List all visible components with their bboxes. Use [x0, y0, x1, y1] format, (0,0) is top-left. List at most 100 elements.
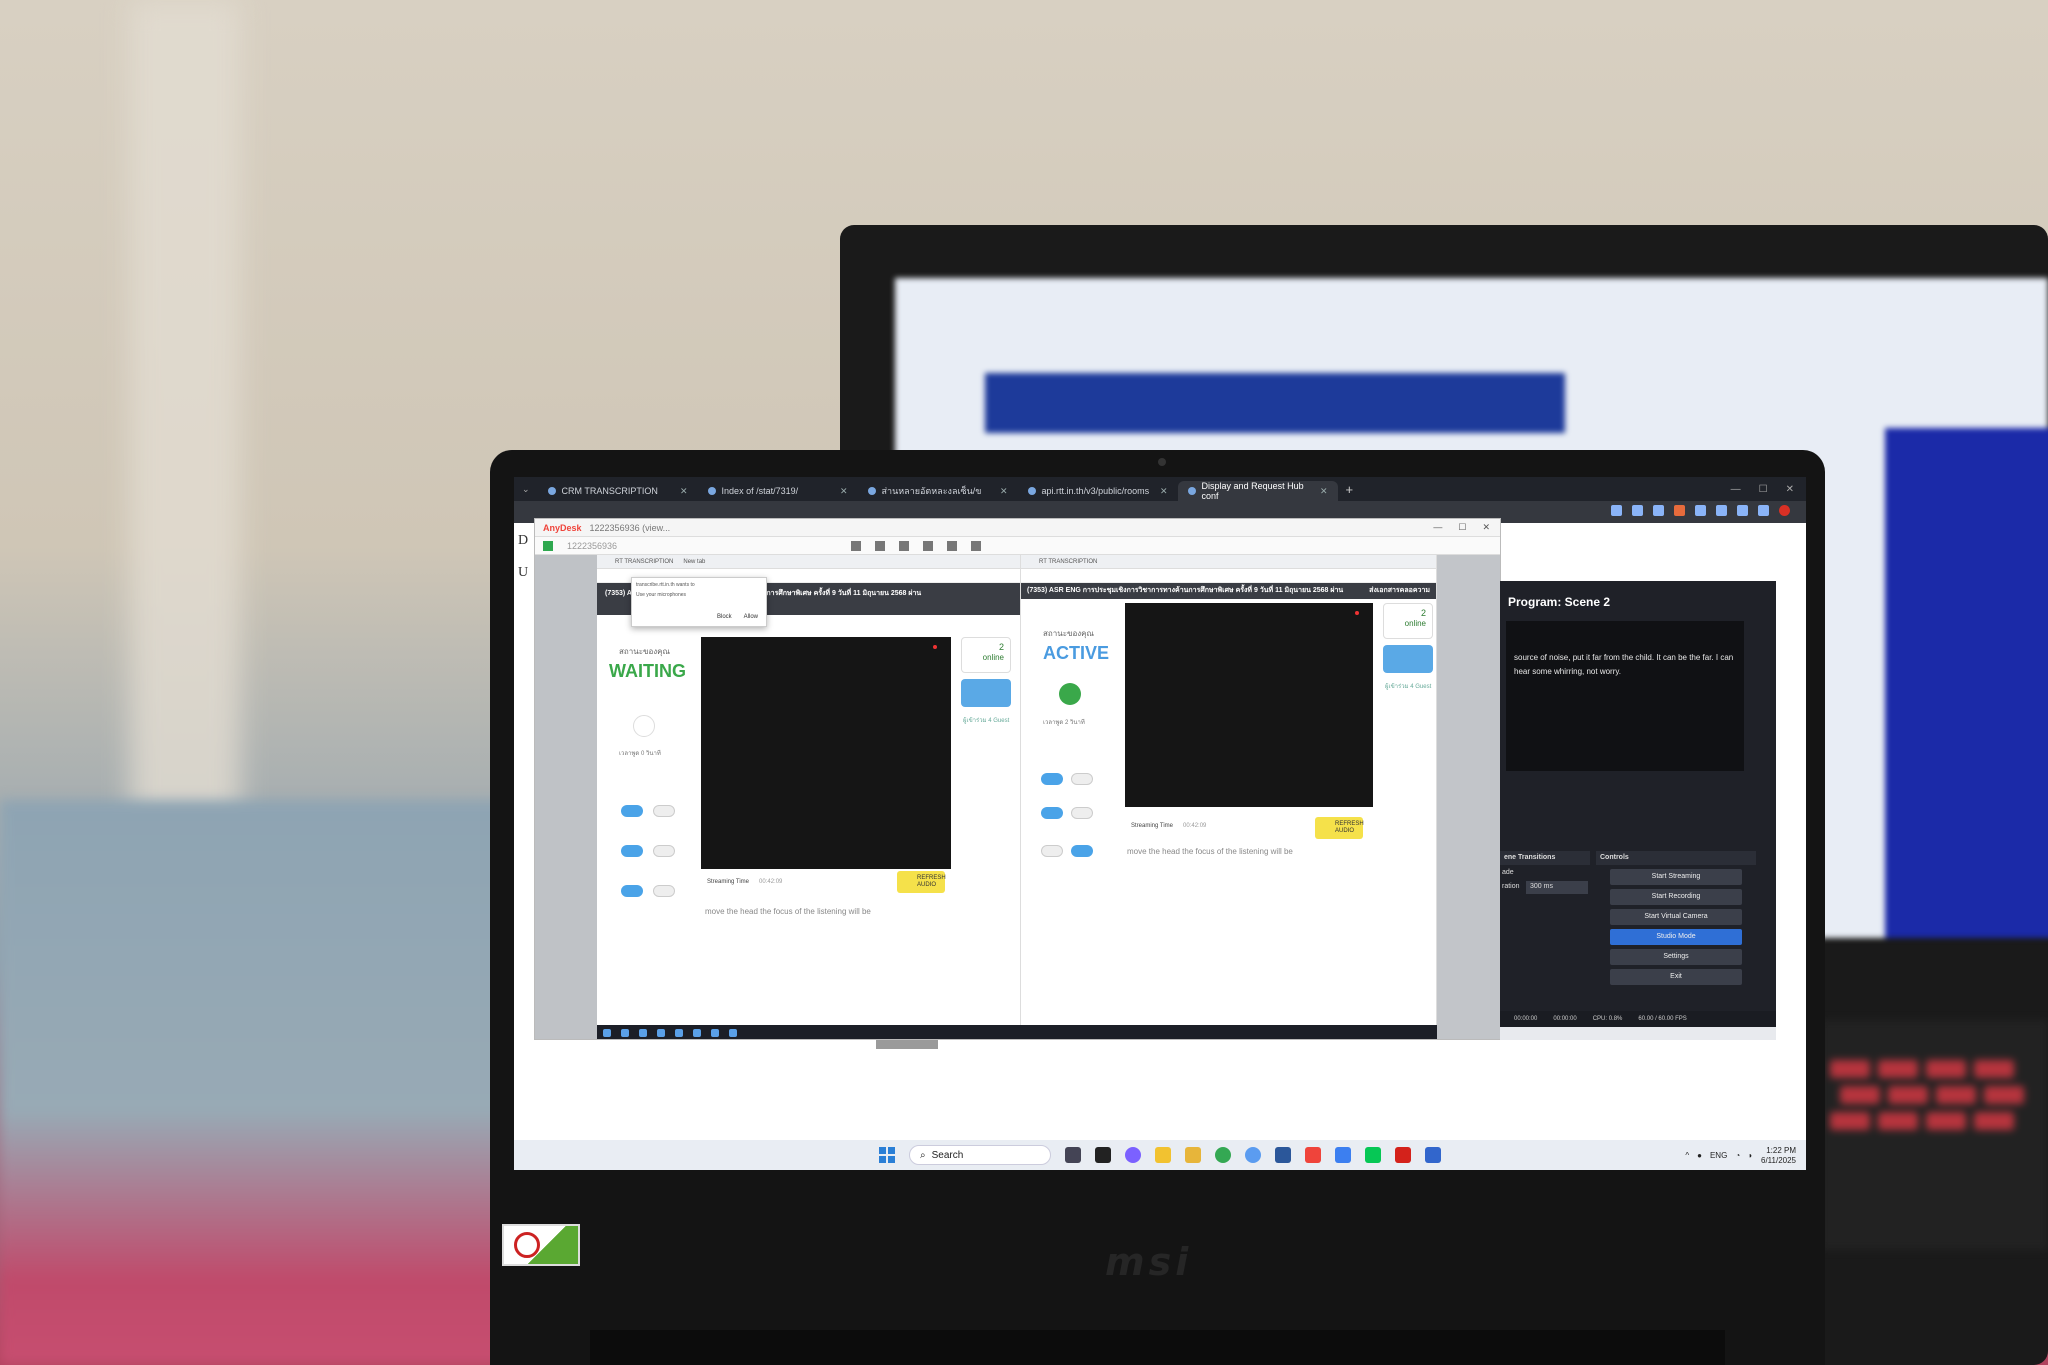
toggle-switch[interactable]	[1071, 807, 1093, 819]
taskbar-app-icon[interactable]	[639, 1029, 647, 1037]
toggle-switch[interactable]	[1041, 807, 1063, 819]
right-pane-url-bar[interactable]	[1021, 569, 1436, 583]
chevron-up-icon[interactable]: ^	[1685, 1151, 1689, 1160]
language-indicator[interactable]: ENG	[1710, 1151, 1727, 1160]
left-pane-tab[interactable]: RT TRANSCRIPTION	[615, 559, 673, 565]
word-icon[interactable]	[1275, 1147, 1291, 1163]
new-tab-button[interactable]: +	[1346, 482, 1354, 497]
close-icon[interactable]: ✕	[1482, 522, 1490, 533]
tab-index-of-stat[interactable]: Index of /stat/7319/ ✕	[698, 481, 858, 501]
action-icon[interactable]	[899, 540, 910, 551]
duration-input[interactable]: 300 ms	[1526, 881, 1588, 894]
start-streaming-button[interactable]: Start Streaming	[1610, 869, 1742, 885]
tab-crm-transcription[interactable]: CRM TRANSCRIPTION ✕	[538, 481, 698, 501]
background-floor	[0, 800, 520, 1365]
tab-close-icon[interactable]: ✕	[840, 486, 848, 497]
record-icon[interactable]	[947, 540, 958, 551]
block-button[interactable]: Block	[717, 614, 732, 620]
refresh-audio-button[interactable]: REFRESH AUDIO	[897, 871, 946, 893]
taskbar-app-icon[interactable]	[711, 1029, 719, 1037]
tab-display-request-hub[interactable]: Display and Request Hub conf ✕	[1177, 481, 1338, 501]
minimize-icon[interactable]: —	[1731, 484, 1741, 495]
horizontal-scrollbar[interactable]	[876, 1040, 938, 1049]
taskbar-app-icon[interactable]	[675, 1029, 683, 1037]
extension-icon[interactable]	[1695, 505, 1706, 516]
toggle-switch[interactable]	[1041, 845, 1063, 857]
anydesk-session-tab[interactable]: 1222356936 (view...	[590, 523, 671, 533]
toggle-switch[interactable]	[621, 885, 643, 897]
anydesk-icon[interactable]	[1305, 1147, 1321, 1163]
extension-icon[interactable]	[1611, 505, 1622, 516]
extension-icon[interactable]	[1737, 505, 1748, 516]
display-icon[interactable]	[923, 540, 934, 551]
wifi-icon[interactable]: ◔	[1735, 1151, 1740, 1160]
allow-button[interactable]: Allow	[744, 614, 758, 620]
toggle-switch[interactable]	[621, 805, 643, 817]
acrobat-icon[interactable]	[1395, 1147, 1411, 1163]
toggle-switch[interactable]	[1071, 773, 1093, 785]
right-pane-tab[interactable]: RT TRANSCRIPTION	[1039, 559, 1097, 565]
taskbar-search[interactable]: ⌕ Search	[909, 1145, 1051, 1165]
task-view-icon[interactable]	[1065, 1147, 1081, 1163]
tab-search-icon[interactable]: ⌄	[514, 484, 538, 495]
toggle-switch[interactable]	[1071, 845, 1093, 857]
right-header-action[interactable]: ส่งเอกสารคลอความ	[1369, 586, 1430, 596]
mic-icon[interactable]	[633, 715, 655, 737]
extension-icon[interactable]	[1674, 505, 1685, 516]
profile-icon[interactable]	[1779, 505, 1790, 516]
toggle-switch[interactable]	[653, 845, 675, 857]
sticky-notes-icon[interactable]	[1155, 1147, 1171, 1163]
clock[interactable]: 1:22 PM 6/11/2025	[1761, 1146, 1796, 1165]
maximize-icon[interactable]: ☐	[1458, 522, 1466, 533]
taskbar-app-icon[interactable]	[621, 1029, 629, 1037]
extension-icon[interactable]	[1653, 505, 1664, 516]
docs-icon[interactable]	[1335, 1147, 1351, 1163]
keyboard-icon[interactable]	[851, 540, 862, 551]
file-explorer-icon[interactable]	[1185, 1147, 1201, 1163]
tab-close-icon[interactable]: ✕	[1160, 486, 1168, 497]
line-icon[interactable]	[1365, 1147, 1381, 1163]
mic-active-icon[interactable]	[1059, 683, 1081, 705]
notion-icon[interactable]	[1095, 1147, 1111, 1163]
toggle-switch[interactable]	[621, 845, 643, 857]
settings-button[interactable]: Settings	[1610, 949, 1742, 965]
tab-api-rooms[interactable]: api.rtt.in.th/v3/public/rooms ✕	[1018, 481, 1178, 501]
taskbar-app-icon[interactable]	[729, 1029, 737, 1037]
refresh-audio-button[interactable]: REFRESH AUDIO	[1315, 817, 1364, 839]
tab-close-icon[interactable]: ✕	[1000, 486, 1008, 497]
tab-close-icon[interactable]: ✕	[680, 486, 688, 497]
start-virtual-camera-button[interactable]: Start Virtual Camera	[1610, 909, 1742, 925]
messenger-icon[interactable]	[1125, 1147, 1141, 1163]
remote-desktop-view[interactable]: RT TRANSCRIPTION New tab (7353) ASR ENG …	[535, 555, 1500, 1039]
status-active: ACTIVE	[1043, 643, 1110, 663]
volume-icon[interactable]: ◗	[1748, 1151, 1753, 1160]
taskbar-app-icon[interactable]	[693, 1029, 701, 1037]
studio-mode-button[interactable]: Studio Mode	[1610, 929, 1742, 945]
tab-thai-page[interactable]: ส่านหลายอัตหละงลเซ็น/ขอนเซี่ยม ✕	[858, 481, 1018, 501]
toggle-switch[interactable]	[653, 885, 675, 897]
chrome-icon[interactable]	[1215, 1147, 1231, 1163]
toggle-switch[interactable]	[653, 805, 675, 817]
taskbar-app-icon[interactable]	[657, 1029, 665, 1037]
extension-icon[interactable]	[1632, 505, 1643, 516]
close-window-icon[interactable]: ✕	[1786, 484, 1794, 495]
clipboard-icon[interactable]	[875, 540, 886, 551]
left-pane-tab2[interactable]: New tab	[683, 559, 705, 565]
extension-icon[interactable]	[1716, 505, 1727, 516]
microphone-icon[interactable]: ●	[1697, 1151, 1702, 1160]
windows-start-icon[interactable]	[879, 1147, 895, 1163]
minimize-icon[interactable]: —	[1433, 522, 1442, 533]
search-icon: ⌕	[920, 1149, 926, 1161]
settings-icon[interactable]	[971, 540, 982, 551]
start-icon[interactable]	[603, 1029, 611, 1037]
maximize-icon[interactable]: ☐	[1759, 484, 1768, 495]
exit-button[interactable]: Exit	[1610, 969, 1742, 985]
request-button[interactable]	[1383, 645, 1433, 673]
request-button[interactable]	[961, 679, 1011, 707]
settings-gear-icon[interactable]	[1425, 1147, 1441, 1163]
extension-icon[interactable]	[1758, 505, 1769, 516]
edge-icon[interactable]	[1245, 1147, 1261, 1163]
start-recording-button[interactable]: Start Recording	[1610, 889, 1742, 905]
tab-close-icon[interactable]: ✕	[1320, 486, 1328, 497]
toggle-switch[interactable]	[1041, 773, 1063, 785]
